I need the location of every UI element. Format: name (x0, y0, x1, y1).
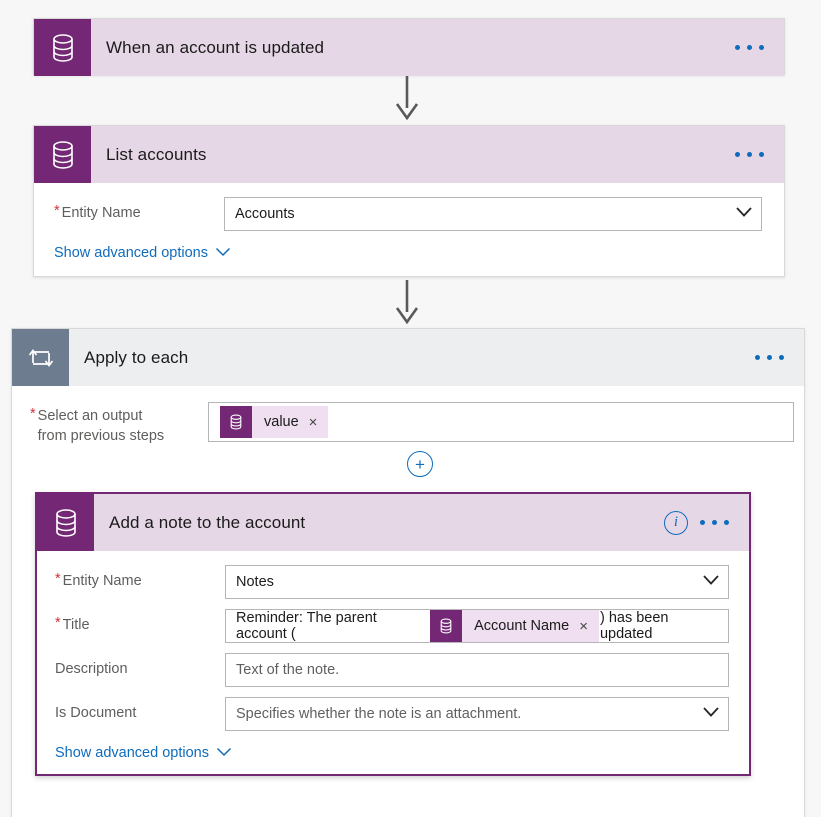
chevron-down-icon (702, 706, 718, 722)
note-title-input[interactable]: Reminder: The parent account ( Ac (225, 609, 729, 643)
dot (735, 45, 740, 50)
add-note-header[interactable]: Add a note to the account i (37, 494, 749, 551)
list-accounts-more-options-button[interactable] (727, 126, 784, 183)
label-text: Entity Name (62, 204, 141, 224)
field-row-entity-name: * Entity Name Accounts (54, 197, 762, 231)
dot (712, 520, 717, 525)
advanced-options-label: Show advanced options (54, 245, 208, 261)
token-remove-button[interactable]: × (309, 415, 329, 430)
field-row-note-title: * Title Reminder: The parent account ( (55, 609, 729, 643)
field-row-note-description: Description Text of the note. (55, 653, 729, 687)
plus-icon: + (415, 456, 425, 473)
apply-to-each-title: Apply to each (69, 329, 747, 386)
note-entity-name-dropdown[interactable]: Notes (225, 565, 729, 599)
connector-arrow-1 (394, 76, 420, 125)
flow-designer-canvas: When an account is updated (0, 0, 821, 817)
note-title-text-before: Reminder: The parent account ( (236, 610, 429, 642)
label-text-line1: Select an output (38, 408, 143, 424)
database-icon (37, 494, 94, 551)
entity-name-value: Accounts (235, 206, 295, 222)
dot (747, 45, 752, 50)
step-card-trigger[interactable]: When an account is updated (33, 18, 785, 75)
trigger-more-options-button[interactable] (727, 19, 784, 76)
is-document-placeholder: Specifies whether the note is an attachm… (236, 706, 521, 722)
note-entity-name-value: Notes (236, 574, 274, 590)
field-row-note-entity-name: * Entity Name Notes (55, 565, 729, 599)
label-text: Is Document (55, 704, 136, 724)
add-action-button[interactable]: + (407, 451, 433, 477)
step-card-add-note[interactable]: Add a note to the account i * Entity Nam… (35, 492, 751, 776)
label-text: Description (55, 660, 128, 680)
label-text: Title (63, 616, 90, 636)
required-asterisk: * (55, 572, 61, 588)
trigger-title: When an account is updated (91, 19, 727, 76)
step-card-apply-to-each[interactable]: Apply to each * Select an output from pr… (11, 328, 805, 817)
select-output-input[interactable]: value × (208, 402, 794, 442)
trigger-header[interactable]: When an account is updated (34, 19, 784, 76)
database-icon (430, 610, 462, 642)
apply-to-each-more-options-button[interactable] (747, 329, 804, 386)
apply-to-each-header[interactable]: Apply to each (12, 329, 804, 386)
chevron-down-icon (215, 245, 231, 261)
token-label: value (252, 414, 309, 430)
add-note-body: * Entity Name Notes * Title (37, 551, 749, 772)
required-asterisk: * (30, 407, 36, 423)
dot (759, 152, 764, 157)
token-label: Account Name (462, 618, 579, 634)
chevron-down-icon (735, 206, 751, 222)
label-entity-name: * Entity Name (54, 204, 224, 224)
dot (755, 355, 760, 360)
list-accounts-title: List accounts (91, 126, 727, 183)
required-asterisk: * (55, 616, 61, 632)
label-note-title: * Title (55, 616, 225, 636)
entity-name-dropdown[interactable]: Accounts (224, 197, 762, 231)
label-text-line2: from previous steps (38, 428, 165, 444)
dot (759, 45, 764, 50)
dot (767, 355, 772, 360)
token-remove-button[interactable]: × (579, 619, 599, 634)
note-description-placeholder: Text of the note. (236, 662, 339, 678)
info-icon[interactable]: i (664, 511, 688, 535)
database-icon (34, 19, 91, 76)
note-description-input[interactable]: Text of the note. (225, 653, 729, 687)
label-note-entity-name: * Entity Name (55, 572, 225, 592)
loop-icon (12, 329, 69, 386)
add-note-title: Add a note to the account (94, 494, 664, 551)
note-title-text-after: ) has been updated (600, 610, 718, 642)
advanced-options-label: Show advanced options (55, 745, 209, 761)
dot (747, 152, 752, 157)
list-accounts-body: * Entity Name Accounts Show advanced opt… (34, 183, 784, 272)
label-is-document: Is Document (55, 704, 225, 724)
required-asterisk: * (54, 204, 60, 220)
is-document-dropdown[interactable]: Specifies whether the note is an attachm… (225, 697, 729, 731)
chevron-down-icon (216, 745, 232, 761)
add-note-show-advanced-options[interactable]: Show advanced options (55, 745, 232, 761)
add-note-more-options-button[interactable] (692, 494, 749, 551)
dot (700, 520, 705, 525)
token-chip-account-name[interactable]: Account Name × (430, 610, 599, 642)
database-icon (34, 126, 91, 183)
list-accounts-header[interactable]: List accounts (34, 126, 784, 183)
connector-arrow-2 (394, 280, 420, 329)
database-icon (220, 406, 252, 438)
token-chip-value[interactable]: value × (220, 406, 328, 438)
chevron-down-icon (702, 574, 718, 590)
dot (724, 520, 729, 525)
label-select-an-output: * Select an output from previous steps (30, 402, 208, 446)
label-text: Entity Name (63, 572, 142, 592)
list-accounts-show-advanced-options[interactable]: Show advanced options (54, 245, 231, 261)
dot (735, 152, 740, 157)
field-row-select-output: * Select an output from previous steps (30, 402, 786, 446)
apply-to-each-body: * Select an output from previous steps (12, 386, 804, 446)
field-row-is-document: Is Document Specifies whether the note i… (55, 697, 729, 731)
step-card-list-accounts[interactable]: List accounts * Entity Name Accounts (33, 125, 785, 277)
dot (779, 355, 784, 360)
label-note-description: Description (55, 660, 225, 680)
